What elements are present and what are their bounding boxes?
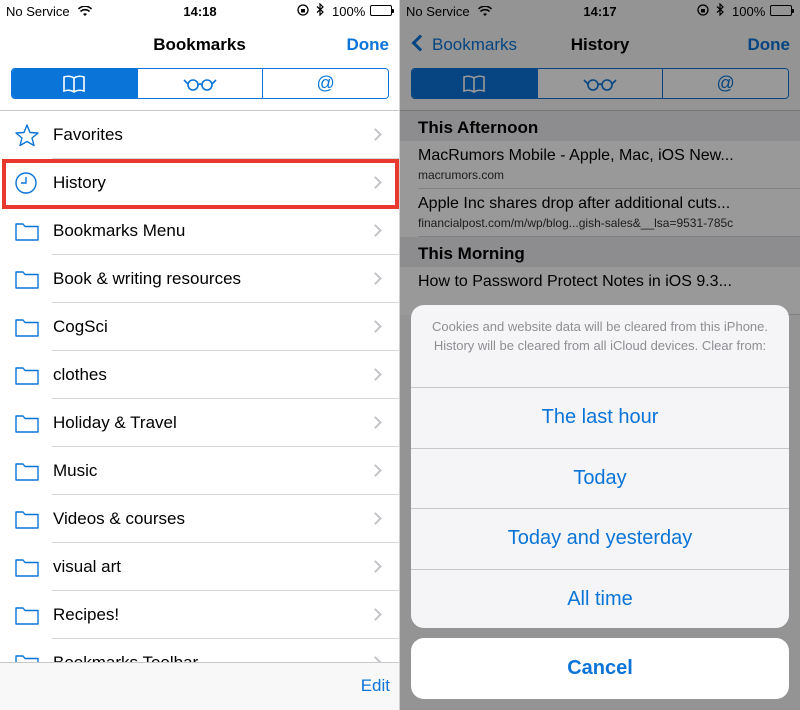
chevron-right-icon (369, 272, 382, 285)
chevron-right-icon (369, 320, 382, 333)
list-item[interactable]: Music (0, 447, 399, 495)
list-item[interactable]: History (0, 159, 399, 207)
folder-icon (14, 363, 40, 387)
done-button[interactable]: Done (347, 35, 390, 55)
chevron-right-icon (369, 176, 382, 189)
segmented-control: @ (11, 68, 389, 99)
list-item-label: Favorites (53, 125, 123, 144)
list-item[interactable]: visual art (0, 543, 399, 591)
glasses-icon (183, 77, 217, 91)
list-item-label: visual art (53, 557, 122, 576)
folder-icon (14, 507, 40, 531)
list-item-label: Bookmarks Menu (53, 221, 186, 240)
action-sheet-message: Cookies and website data will be cleared… (411, 305, 789, 388)
page-title: Bookmarks (153, 35, 246, 54)
folder-icon (14, 315, 40, 339)
list-item[interactable]: Videos & courses (0, 495, 399, 543)
folder-icon (14, 219, 40, 243)
battery-percent: 100% (332, 4, 366, 19)
clock-icon (14, 171, 40, 195)
list-item[interactable]: Bookmarks Menu (0, 207, 399, 255)
chevron-right-icon (369, 560, 382, 573)
cancel-button[interactable]: Cancel (411, 638, 789, 699)
chevron-right-icon (369, 224, 382, 237)
tab-shared-links[interactable]: @ (263, 69, 388, 98)
bluetooth-icon (316, 2, 324, 19)
chevron-right-icon (369, 464, 382, 477)
chevron-right-icon (369, 368, 382, 381)
clear-last-hour-button[interactable]: The last hour (411, 388, 789, 449)
status-bar: No Service 14:18 100% (0, 0, 399, 22)
list-item[interactable]: Holiday & Travel (0, 399, 399, 447)
star-icon (14, 123, 40, 147)
folder-icon (14, 603, 40, 627)
chevron-right-icon (369, 608, 382, 621)
edit-button[interactable]: Edit (361, 676, 390, 696)
folder-icon (14, 555, 40, 579)
list-item[interactable]: Book & writing resources (0, 255, 399, 303)
list-item-label: Recipes! (53, 605, 120, 624)
list-item-label: Book & writing resources (53, 269, 242, 288)
list-item-label: clothes (53, 365, 107, 384)
folder-icon (14, 411, 40, 435)
list-item[interactable]: Recipes! (0, 591, 399, 639)
clear-all-time-button[interactable]: All time (411, 570, 789, 629)
bookmarks-panel: No Service 14:18 100% Bookmarks Done @ F… (0, 0, 400, 710)
at-icon: @ (316, 73, 335, 93)
list-item[interactable]: clothes (0, 351, 399, 399)
bookmark-list: Favorites History Bookmarks Menu Book & … (0, 111, 399, 687)
book-icon (62, 75, 86, 93)
list-item-label: Videos & courses (53, 509, 185, 528)
clock-time: 14:18 (183, 4, 217, 19)
clear-today-yesterday-button[interactable]: Today and yesterday (411, 509, 789, 570)
list-item[interactable]: CogSci (0, 303, 399, 351)
list-item-label: CogSci (53, 317, 108, 336)
rotation-lock-icon (297, 4, 309, 19)
battery-icon (370, 5, 394, 16)
chevron-right-icon (369, 416, 382, 429)
clear-history-action-sheet: Cookies and website data will be cleared… (411, 305, 789, 628)
wifi-icon (77, 5, 93, 20)
list-item-label: Music (53, 461, 98, 480)
bottom-toolbar: Edit (0, 662, 399, 710)
list-item-label: Holiday & Travel (53, 413, 177, 432)
list-item[interactable]: Favorites (0, 111, 399, 159)
nav-bar: Bookmarks Done (0, 22, 399, 66)
chevron-right-icon (369, 128, 382, 141)
folder-icon (14, 267, 40, 291)
tab-reading-list[interactable] (137, 69, 264, 98)
folder-icon (14, 459, 40, 483)
carrier-label: No Service (6, 4, 70, 19)
clear-today-button[interactable]: Today (411, 449, 789, 509)
tab-bookmarks[interactable] (12, 69, 138, 98)
history-panel: No Service 14:17 100% Bookmarks History … (400, 0, 800, 710)
list-item-label: History (53, 173, 106, 192)
chevron-right-icon (369, 512, 382, 525)
